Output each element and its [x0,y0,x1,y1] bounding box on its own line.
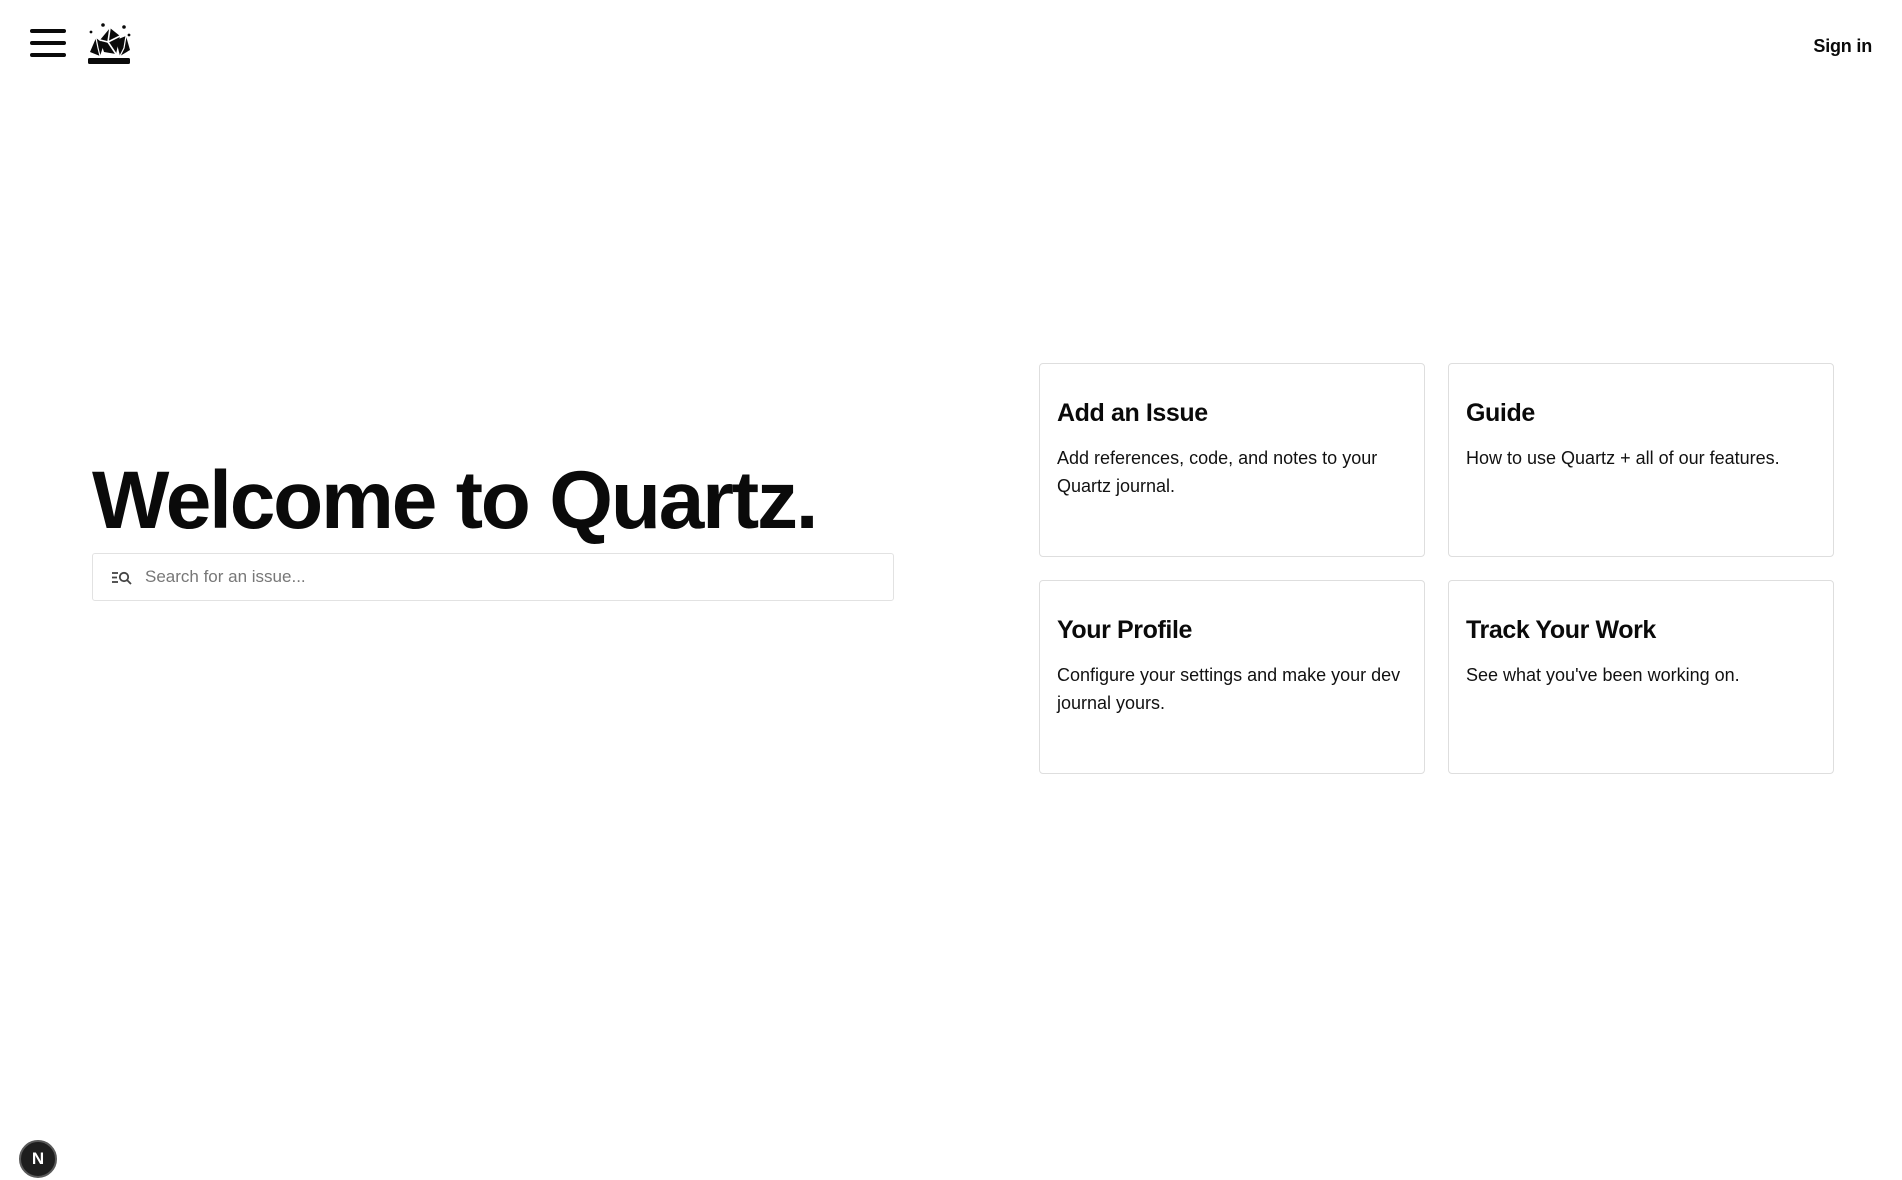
card-title: Your Profile [1057,616,1193,644]
search-box[interactable] [92,553,894,601]
menu-line [30,53,66,57]
action-cards: Add an Issue Add references, code, and n… [1039,363,1834,774]
card-description: How to use Quartz + all of our features. [1466,448,1780,468]
menu-line [30,29,66,33]
track-your-work-card[interactable]: Track Your Work See what you've been wor… [1448,580,1834,774]
page-title: Welcome to Quartz. [92,455,819,546]
hero-section: Welcome to Quartz. [92,455,894,601]
your-profile-card[interactable]: Your Profile Configure your settings and… [1039,580,1425,774]
card-title: Add an Issue [1057,399,1208,427]
card-title: Track Your Work [1466,616,1656,644]
top-bar: Sign in [0,0,1902,96]
quartz-crystal-logo-icon[interactable] [86,22,132,66]
search-list-icon [112,571,132,585]
card-description: Configure your settings and make your de… [1057,665,1401,713]
card-description: See what you've been working on. [1466,665,1740,685]
card-description: Add references, code, and notes to your … [1057,448,1378,496]
nextjs-dev-indicator-icon[interactable]: N [19,1140,57,1178]
dev-badge-label: N [31,1149,45,1168]
sign-in-link[interactable]: Sign in [1813,36,1872,57]
menu-line [30,41,66,45]
card-title: Guide [1466,399,1535,427]
add-issue-card[interactable]: Add an Issue Add references, code, and n… [1039,363,1425,557]
guide-card[interactable]: Guide How to use Quartz + all of our fea… [1448,363,1834,557]
search-input[interactable] [143,566,863,588]
hamburger-menu-icon[interactable] [28,26,68,60]
